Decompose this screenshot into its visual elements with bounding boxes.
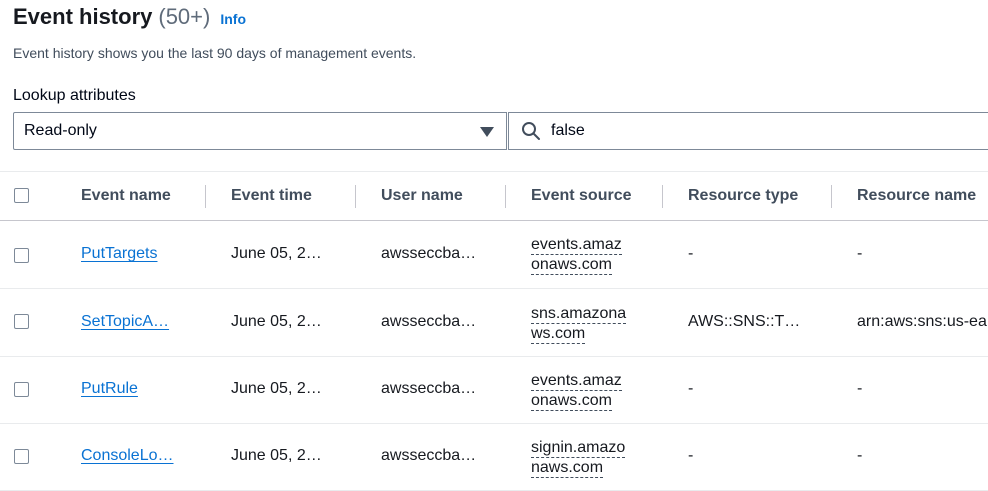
search-input[interactable] (551, 122, 971, 140)
caret-down-icon (480, 127, 494, 137)
column-resizer[interactable] (355, 185, 356, 208)
info-link[interactable]: Info (220, 11, 246, 27)
resource-name: - (857, 447, 863, 464)
user-name: awsseccba… (381, 313, 477, 330)
page-description: Event history shows you the last 90 days… (13, 45, 417, 61)
row-checkbox[interactable] (14, 248, 29, 263)
table-row[interactable]: PutTargets June 05, 2… awsseccba… events… (0, 221, 988, 289)
resource-type: - (688, 380, 694, 397)
user-name: awsseccba… (381, 447, 477, 464)
page-title: Event history (13, 4, 153, 29)
event-source-line: naws.com (531, 459, 604, 478)
select-all-checkbox[interactable] (14, 188, 29, 203)
table-row[interactable]: PutRule June 05, 2… awsseccba… events.am… (0, 356, 988, 424)
col-resource-type[interactable]: Resource type (688, 172, 798, 220)
event-name-link[interactable]: SetTopicA… (81, 313, 169, 331)
col-user-name[interactable]: User name (381, 172, 463, 220)
resource-name: arn:aws:sns:us-ea (857, 313, 987, 330)
lookup-attribute-value: Read-only (24, 122, 97, 139)
event-source-line: ws.com (531, 325, 586, 344)
search-icon (522, 122, 540, 140)
event-name-link[interactable]: PutRule (81, 380, 138, 398)
lookup-search-field[interactable] (508, 112, 988, 150)
event-time: June 05, 2… (231, 245, 322, 262)
col-event-time[interactable]: Event time (231, 172, 312, 220)
event-count: (50+) (158, 4, 211, 29)
page-header: Event history (50+) Info (13, 4, 246, 30)
event-source: events.amaz onaws.com (531, 371, 622, 411)
lookup-attribute-select[interactable]: Read-only (13, 112, 507, 150)
event-source-line: sns.amazona (531, 305, 627, 324)
column-resizer[interactable] (505, 185, 506, 208)
resource-type: AWS::SNS::T… (688, 313, 801, 330)
col-event-source[interactable]: Event source (531, 172, 631, 220)
resource-name: - (857, 245, 863, 262)
event-source-line: onaws.com (531, 392, 612, 411)
row-checkbox[interactable] (14, 314, 29, 329)
event-source-line: onaws.com (531, 256, 612, 275)
event-time: June 05, 2… (231, 313, 322, 330)
event-source: signin.amazo naws.com (531, 438, 626, 478)
event-source: events.amaz onaws.com (531, 235, 622, 275)
resource-type: - (688, 447, 694, 464)
column-resizer[interactable] (662, 185, 663, 208)
col-event-name[interactable]: Event name (81, 172, 171, 220)
event-time: June 05, 2… (231, 447, 322, 464)
resource-name: - (857, 380, 863, 397)
user-name: awsseccba… (381, 380, 477, 397)
user-name: awsseccba… (381, 245, 477, 262)
table-header: Event name Event time User name Event so… (0, 172, 988, 221)
event-name-link[interactable]: ConsoleLo… (81, 447, 174, 465)
event-name-link[interactable]: PutTargets (81, 245, 157, 263)
table-row[interactable]: SetTopicA… June 05, 2… awsseccba… sns.am… (0, 289, 988, 357)
row-checkbox[interactable] (14, 382, 29, 397)
column-resizer[interactable] (831, 185, 832, 208)
event-source: sns.amazona ws.com (531, 304, 627, 344)
resource-type: - (688, 245, 694, 262)
lookup-attributes-label: Lookup attributes (13, 87, 136, 104)
event-source-line: events.amaz (531, 236, 622, 255)
event-source-line: events.amaz (531, 372, 622, 391)
column-resizer[interactable] (205, 185, 206, 208)
event-source-line: signin.amazo (531, 439, 626, 458)
col-resource-name[interactable]: Resource name (857, 172, 976, 220)
table-row[interactable]: ConsoleLo… June 05, 2… awsseccba… signin… (0, 423, 988, 491)
event-time: June 05, 2… (231, 380, 322, 397)
row-checkbox[interactable] (14, 449, 29, 464)
